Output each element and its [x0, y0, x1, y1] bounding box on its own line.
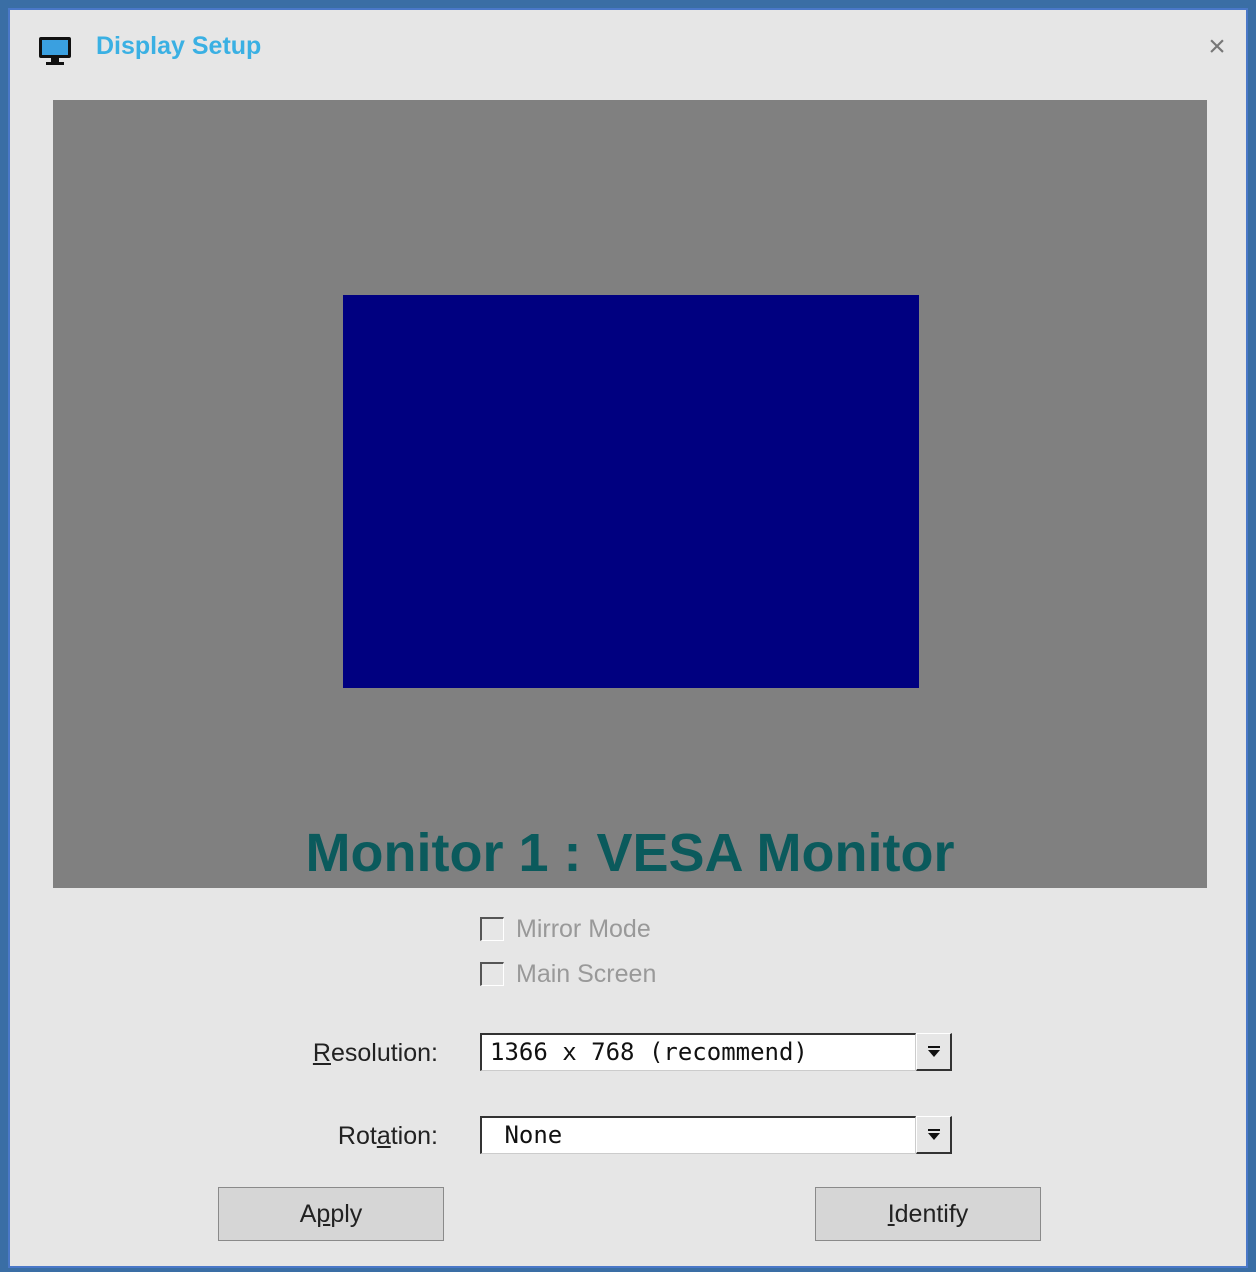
- display-setup-window: Display Setup × Monitor 1 : VESA Monitor…: [8, 8, 1248, 1268]
- rotation-dropdown[interactable]: None: [480, 1116, 952, 1154]
- main-screen-label: Main Screen: [516, 959, 657, 988]
- monitor-icon: [38, 36, 72, 66]
- window-title: Display Setup: [96, 32, 262, 60]
- monitor-label: Monitor 1 : VESA Monitor: [305, 823, 955, 883]
- mirror-mode-option[interactable]: Mirror Mode: [480, 914, 651, 944]
- dropdown-arrow-icon[interactable]: [916, 1116, 952, 1154]
- monitor-1-preview[interactable]: [343, 295, 919, 688]
- monitor-preview-area: Monitor 1 : VESA Monitor: [53, 100, 1207, 888]
- rotation-label: Rotation:: [337, 1122, 438, 1150]
- title-bar[interactable]: Display Setup ×: [10, 10, 1246, 90]
- close-icon[interactable]: ×: [1202, 32, 1232, 62]
- apply-button[interactable]: Apply: [218, 1187, 444, 1241]
- identify-button[interactable]: Identify: [815, 1187, 1041, 1241]
- mirror-mode-label: Mirror Mode: [516, 914, 651, 943]
- mirror-mode-checkbox[interactable]: [480, 917, 504, 941]
- main-screen-checkbox[interactable]: [480, 962, 504, 986]
- dropdown-arrow-icon[interactable]: [916, 1033, 952, 1071]
- resolution-value: 1366 x 768 (recommend): [480, 1033, 916, 1071]
- rotation-value: None: [480, 1116, 916, 1154]
- main-screen-option[interactable]: Main Screen: [480, 959, 656, 989]
- resolution-label: Resolution:: [312, 1039, 438, 1067]
- resolution-dropdown[interactable]: 1366 x 768 (recommend): [480, 1033, 952, 1071]
